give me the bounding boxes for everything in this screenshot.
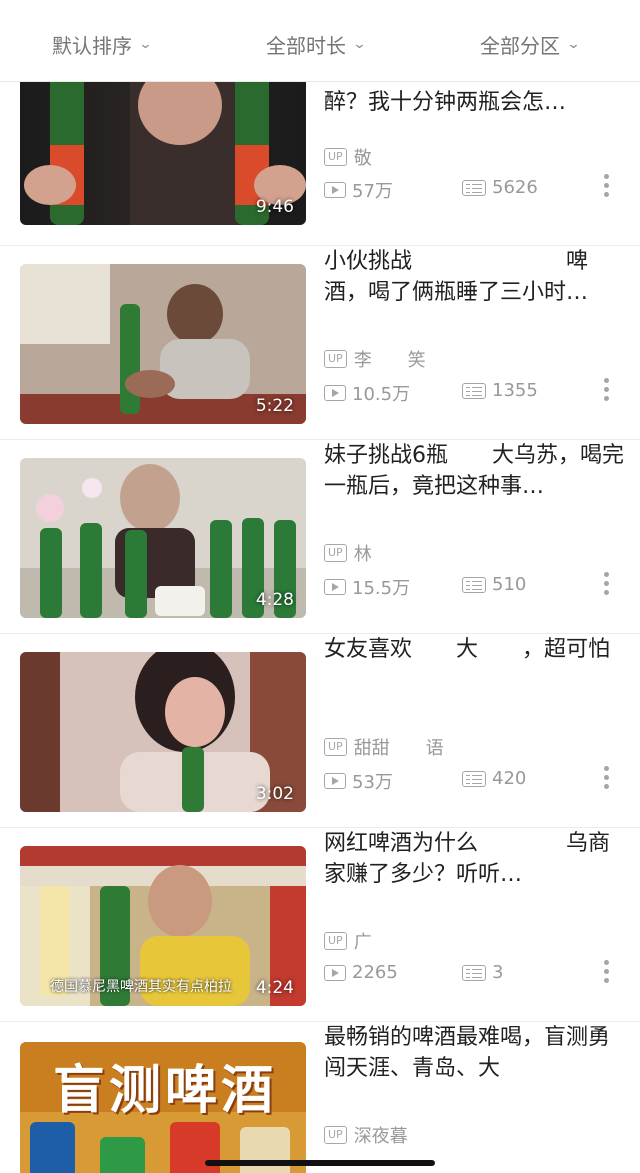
video-duration: 4:28 bbox=[255, 590, 294, 610]
video-thumbnail[interactable]: 3:02 bbox=[20, 652, 306, 812]
danmaku-count-value: 5626 bbox=[492, 177, 538, 198]
up-badge: UP bbox=[324, 738, 347, 756]
play-count-icon bbox=[324, 182, 346, 198]
category-filter[interactable]: 全部分区 ⌄ bbox=[480, 30, 581, 59]
video-item[interactable]: 德国慕尼黑啤酒其实有点柏拉 4:24 网红啤酒为什么 乌商家赚了多少？听听… U… bbox=[0, 828, 640, 1022]
video-title[interactable]: 最畅销的啤酒最难喝，盲测勇闯天涯、青岛、大 bbox=[324, 1022, 624, 1084]
view-count-value: 2265 bbox=[352, 962, 398, 983]
up-badge: UP bbox=[324, 1126, 347, 1144]
duration-filter-label: 全部时长 bbox=[266, 34, 346, 58]
view-count-value: 53万 bbox=[352, 772, 393, 793]
view-count: 10.5万 bbox=[324, 380, 410, 406]
video-duration: 3:02 bbox=[255, 784, 294, 804]
sort-filter[interactable]: 默认排序 ⌄ bbox=[52, 30, 153, 59]
uploader[interactable]: UP 甜甜 语 bbox=[324, 734, 444, 760]
thumbnail-caption: 德国慕尼黑啤酒其实有点柏拉 bbox=[50, 979, 232, 995]
danmaku-icon bbox=[462, 576, 486, 593]
uploader[interactable]: UP 林 bbox=[324, 540, 372, 566]
view-count-value: 57万 bbox=[352, 181, 393, 202]
play-count-icon bbox=[324, 385, 346, 401]
home-indicator[interactable] bbox=[205, 1160, 435, 1166]
up-badge: UP bbox=[324, 148, 347, 166]
danmaku-icon bbox=[462, 770, 486, 787]
view-count-value: 15.5万 bbox=[352, 578, 411, 599]
uploader-name: 敬 bbox=[353, 148, 372, 169]
video-thumbnail[interactable]: 5:22 bbox=[20, 264, 306, 424]
filter-bar: 默认排序 ⌄ 全部时长 ⌄ 全部分区 ⌄ bbox=[0, 0, 640, 82]
view-count-value: 10.5万 bbox=[352, 384, 411, 405]
video-duration: 4:24 bbox=[255, 978, 294, 998]
video-thumbnail[interactable]: 德国慕尼黑啤酒其实有点柏拉 4:24 bbox=[20, 846, 306, 1006]
video-item[interactable]: 5:22 小伙挑战 啤酒，喝了俩瓶睡了三小时… UP 李 笑 10.5万 1355 bbox=[0, 246, 640, 440]
duration-filter[interactable]: 全部时长 ⌄ bbox=[266, 30, 367, 59]
view-count: 15.5万 bbox=[324, 574, 410, 600]
danmaku-count: 3 bbox=[462, 962, 503, 983]
up-badge: UP bbox=[324, 932, 347, 950]
more-options-icon[interactable] bbox=[604, 572, 610, 595]
play-count-icon bbox=[324, 579, 346, 595]
danmaku-count: 420 bbox=[462, 768, 526, 789]
uploader[interactable]: UP 广 bbox=[324, 928, 372, 954]
uploader-name: 深夜暮 bbox=[353, 1126, 408, 1147]
video-item[interactable]: 盲测啤酒 最畅销的啤酒最难喝，盲测勇闯天涯、青岛、大 UP 深夜暮 bbox=[0, 1022, 640, 1173]
danmaku-count: 510 bbox=[462, 574, 526, 595]
danmaku-icon bbox=[462, 179, 486, 196]
uploader[interactable]: UP 敬 bbox=[324, 144, 372, 170]
danmaku-count-value: 420 bbox=[492, 768, 527, 789]
up-badge: UP bbox=[324, 350, 347, 368]
view-count: 2265 bbox=[324, 962, 398, 983]
video-title[interactable]: 妹子挑战6瓶 大乌苏，喝完一瓶后，竟把这种事… bbox=[324, 440, 624, 502]
danmaku-count: 5626 bbox=[462, 177, 538, 198]
uploader-name: 甜甜 语 bbox=[353, 738, 444, 759]
video-title[interactable]: 女友喜欢 大 ，超可怕 bbox=[324, 634, 624, 696]
video-item[interactable]: 3:02 女友喜欢 大 ，超可怕 UP 甜甜 语 53万 420 bbox=[0, 634, 640, 828]
danmaku-count-value: 510 bbox=[492, 574, 527, 595]
video-thumbnail[interactable]: 4:28 bbox=[20, 458, 306, 618]
video-thumbnail[interactable]: 9:46 bbox=[20, 65, 306, 225]
video-duration: 5:22 bbox=[255, 396, 294, 416]
more-options-icon[interactable] bbox=[604, 766, 610, 789]
category-filter-label: 全部分区 bbox=[480, 34, 560, 58]
thumbnail-banner-text: 盲测啤酒 bbox=[52, 1061, 277, 1121]
uploader-name: 李 笑 bbox=[353, 350, 426, 371]
chevron-down-icon: ⌄ bbox=[138, 37, 153, 52]
uploader-name: 林 bbox=[353, 544, 372, 565]
more-options-icon[interactable] bbox=[604, 174, 610, 197]
danmaku-count: 1355 bbox=[462, 380, 538, 401]
chevron-down-icon: ⌄ bbox=[352, 37, 367, 52]
chevron-down-icon: ⌄ bbox=[566, 37, 581, 52]
uploader[interactable]: UP 李 笑 bbox=[324, 346, 426, 372]
video-thumbnail[interactable]: 盲测啤酒 bbox=[20, 1042, 306, 1173]
view-count: 53万 bbox=[324, 768, 393, 794]
danmaku-count-value: 1355 bbox=[492, 380, 538, 401]
more-options-icon[interactable] bbox=[604, 378, 610, 401]
play-count-icon bbox=[324, 964, 346, 981]
video-title[interactable]: 网红啤酒为什么 乌商家赚了多少？听听… bbox=[324, 828, 624, 890]
sort-filter-label: 默认排序 bbox=[52, 34, 132, 58]
more-options-icon[interactable] bbox=[604, 960, 610, 983]
danmaku-icon bbox=[462, 964, 486, 981]
danmaku-icon bbox=[462, 382, 486, 399]
play-count-icon bbox=[324, 773, 346, 789]
video-title[interactable]: 小伙挑战 啤酒，喝了俩瓶睡了三小时… bbox=[324, 246, 624, 308]
view-count: 57万 bbox=[324, 177, 393, 203]
up-badge: UP bbox=[324, 544, 347, 562]
danmaku-count-value: 3 bbox=[492, 962, 504, 983]
uploader-name: 广 bbox=[353, 932, 372, 953]
video-duration: 9:46 bbox=[255, 197, 294, 217]
uploader[interactable]: UP 深夜暮 bbox=[324, 1122, 408, 1148]
video-item[interactable]: 4:28 妹子挑战6瓶 大乌苏，喝完一瓶后，竟把这种事… UP 林 15.5万 5… bbox=[0, 440, 640, 634]
